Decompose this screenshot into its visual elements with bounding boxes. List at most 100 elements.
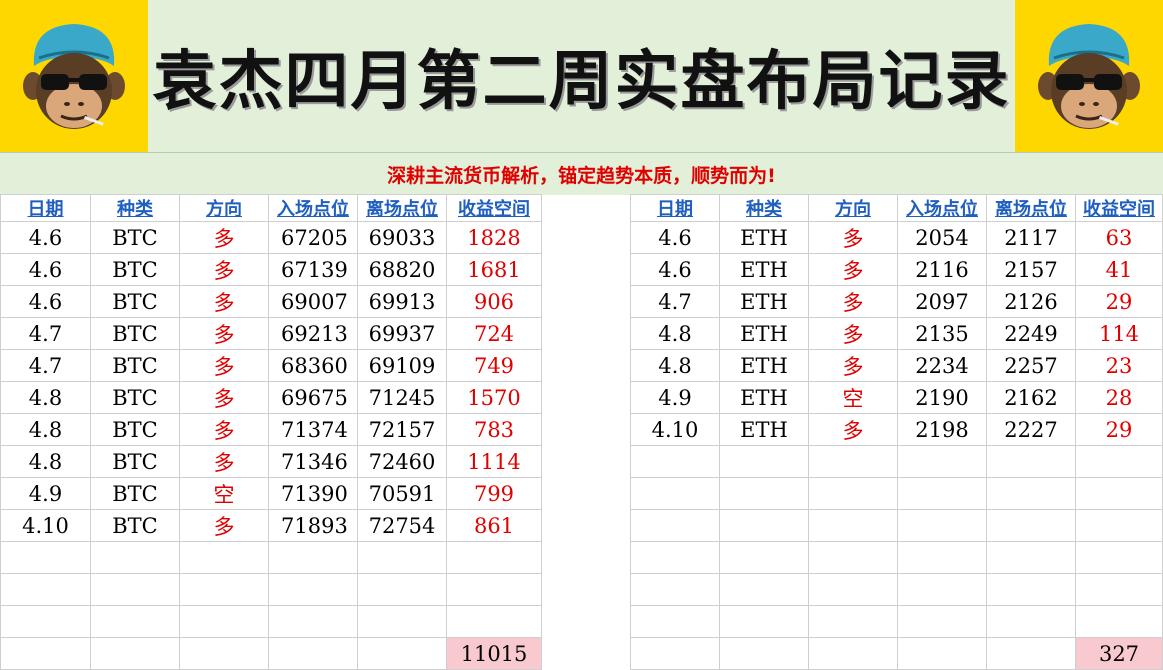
btc-dir-cell (179, 573, 269, 606)
column-header: 方向 (179, 194, 269, 222)
totals-row: 11015 327 (0, 637, 1163, 670)
eth-dir-cell (808, 605, 898, 638)
eth-dir-cell: 多 (808, 253, 898, 286)
eth-exit-cell (986, 605, 1076, 638)
column-spacer (541, 445, 631, 478)
btc-entry-cell: 67205 (268, 221, 358, 254)
btc-dir-cell: 多 (179, 349, 269, 382)
table-row: 4.10 BTC 多 71893 72754 861 (0, 509, 1163, 542)
btc-dir-cell: 多 (179, 285, 269, 318)
column-header: 方向 (808, 194, 898, 222)
monkey-with-sunglasses-icon (1038, 24, 1140, 129)
btc-coin-cell: BTC (90, 413, 180, 446)
eth-dir-cell: 空 (808, 381, 898, 414)
btc-date-cell: 4.6 (0, 285, 91, 318)
empty-cell (357, 637, 447, 670)
btc-exit-cell: 70591 (357, 477, 447, 510)
btc-dir-cell: 多 (179, 445, 269, 478)
btc-dir-cell: 多 (179, 381, 269, 414)
eth-dir-cell (808, 445, 898, 478)
btc-profit-cell: 1570 (446, 381, 542, 414)
btc-dir-cell: 多 (179, 413, 269, 446)
btc-entry-cell: 69675 (268, 381, 358, 414)
eth-date-cell: 4.6 (630, 221, 720, 254)
eth-exit-cell (986, 573, 1076, 606)
eth-entry-cell (897, 477, 987, 510)
eth-profit-cell (1075, 605, 1163, 638)
eth-exit-cell (986, 477, 1076, 510)
eth-exit-cell: 2257 (986, 349, 1076, 382)
eth-coin-cell (719, 477, 809, 510)
eth-dir-cell: 多 (808, 349, 898, 382)
column-header: 离场点位 (357, 194, 447, 222)
btc-coin-cell: BTC (90, 221, 180, 254)
table-row (0, 605, 1163, 638)
btc-exit-cell (357, 573, 447, 606)
column-header: 日期 (0, 194, 91, 222)
btc-date-cell: 4.6 (0, 221, 91, 254)
eth-coin-cell (719, 605, 809, 638)
column-spacer (541, 221, 631, 254)
table-row: 4.8 BTC 多 71374 72157 783 4.10 ETH 多 2198 2227 29 (0, 413, 1163, 446)
eth-dir-cell (808, 477, 898, 510)
btc-profit-cell: 783 (446, 413, 542, 446)
btc-coin-cell: BTC (90, 349, 180, 382)
eth-dir-cell: 多 (808, 285, 898, 318)
eth-profit-cell: 28 (1075, 381, 1163, 414)
column-spacer (541, 413, 631, 446)
eth-profit-cell: 23 (1075, 349, 1163, 382)
btc-entry-cell: 71374 (268, 413, 358, 446)
eth-dir-cell (808, 541, 898, 574)
eth-date-cell (630, 573, 720, 606)
column-spacer (541, 477, 631, 510)
slogan: 深耕主流货币解析，锚定趋势本质，顺势而为! (0, 152, 1163, 195)
column-spacer (541, 573, 631, 606)
page-title: 袁杰四月第二周实盘布局记录 (152, 44, 1011, 119)
btc-coin-cell (90, 541, 180, 574)
empty-cell (808, 637, 898, 670)
column-spacer (541, 317, 631, 350)
eth-exit-cell: 2126 (986, 285, 1076, 318)
column-header: 种类 (90, 194, 180, 222)
eth-date-cell (630, 477, 720, 510)
column-header: 入场点位 (897, 194, 987, 222)
eth-date-cell (630, 541, 720, 574)
btc-exit-cell (357, 541, 447, 574)
eth-profit-cell (1075, 509, 1163, 542)
eth-coin-cell: ETH (719, 381, 809, 414)
btc-exit-cell (357, 605, 447, 638)
eth-date-cell (630, 509, 720, 542)
header-row: 日期 种类 方向 入场点位 离场点位 收益空间 日期 种类 方向 入场点位 离场点位 收益空间 (0, 194, 1163, 222)
eth-entry-cell: 2054 (897, 221, 987, 254)
empty-cell (179, 637, 269, 670)
eth-exit-cell: 2162 (986, 381, 1076, 414)
btc-entry-cell: 69213 (268, 317, 358, 350)
eth-entry-cell (897, 573, 987, 606)
btc-dir-cell: 空 (179, 477, 269, 510)
column-spacer (541, 253, 631, 286)
eth-coin-cell (719, 445, 809, 478)
column-spacer (541, 605, 631, 638)
btc-exit-cell: 72460 (357, 445, 447, 478)
btc-date-cell: 4.6 (0, 253, 91, 286)
empty-cell (0, 637, 91, 670)
btc-dir-cell: 多 (179, 317, 269, 350)
eth-entry-cell: 2097 (897, 285, 987, 318)
eth-coin-cell: ETH (719, 413, 809, 446)
btc-date-cell: 4.7 (0, 349, 91, 382)
column-header: 收益空间 (1075, 194, 1163, 222)
eth-exit-cell: 2227 (986, 413, 1076, 446)
empty-cell (719, 637, 809, 670)
eth-exit-cell: 2249 (986, 317, 1076, 350)
btc-profit-cell: 749 (446, 349, 542, 382)
empty-cell (268, 637, 358, 670)
btc-coin-cell: BTC (90, 285, 180, 318)
eth-profit-cell: 63 (1075, 221, 1163, 254)
column-spacer (541, 509, 631, 542)
eth-exit-cell: 2157 (986, 253, 1076, 286)
btc-profit-cell: 1681 (446, 253, 542, 286)
btc-entry-cell (268, 573, 358, 606)
btc-entry-cell: 68360 (268, 349, 358, 382)
btc-date-cell (0, 573, 91, 606)
column-spacer (541, 541, 631, 574)
